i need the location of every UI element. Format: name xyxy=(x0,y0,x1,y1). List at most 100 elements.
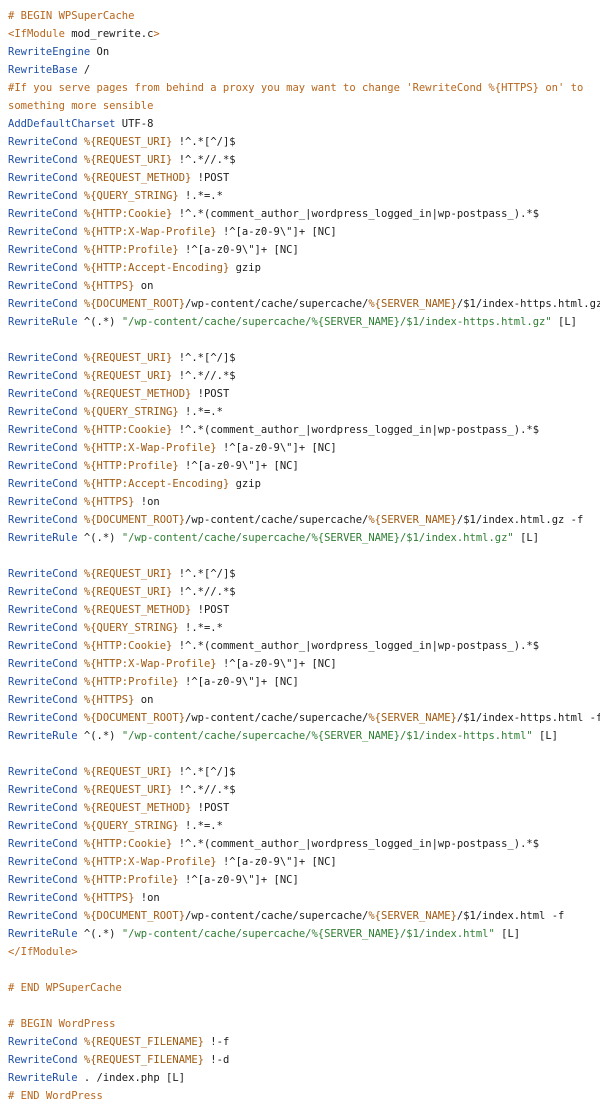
variable-token: %{REQUEST_URI} xyxy=(83,766,173,778)
directive-token: RewriteCond xyxy=(8,154,78,166)
plain-token: !^.*//.*$ xyxy=(172,586,236,598)
variable-token: %{DOCUMENT_ROOT} xyxy=(83,514,186,526)
string-token: "/wp-content/cache/supercache/%{SERVER_N… xyxy=(121,928,495,940)
directive-token: RewriteCond xyxy=(8,208,78,220)
variable-token: %{REQUEST_FILENAME} xyxy=(83,1054,204,1066)
variable-token: %{REQUEST_URI} xyxy=(83,586,173,598)
plain-token: mod_rewrite.c xyxy=(64,28,154,40)
code-line: RewriteCond %{DOCUMENT_ROOT}/wp-content/… xyxy=(8,511,600,529)
plain-token: [L] xyxy=(494,928,521,940)
code-line: # END WordPress xyxy=(8,1087,600,1105)
code-line: RewriteCond %{REQUEST_URI} !^.*[^/]$ xyxy=(8,133,600,151)
code-line: RewriteCond %{REQUEST_FILENAME} !-f xyxy=(8,1033,600,1051)
variable-token: %{REQUEST_METHOD} xyxy=(83,802,192,814)
plain-token: !POST xyxy=(191,604,230,616)
directive-token: AddDefaultCharset xyxy=(8,118,116,130)
variable-token: %{QUERY_STRING} xyxy=(83,820,179,832)
plain-token: !^.*(comment_author_|wordpress_logged_in… xyxy=(172,208,540,220)
directive-token: RewriteCond xyxy=(8,280,78,292)
plain-token: !^.*[^/]$ xyxy=(172,352,236,364)
directive-token: RewriteCond xyxy=(8,712,78,724)
plain-token: [L] xyxy=(551,316,577,328)
variable-token: %{SERVER_NAME} xyxy=(368,298,457,310)
directive-token: RewriteRule xyxy=(8,928,78,940)
code-line: RewriteRule ^(.*) "/wp-content/cache/sup… xyxy=(8,529,600,547)
code-line: RewriteCond %{REQUEST_URI} !^.*[^/]$ xyxy=(8,349,600,367)
directive-token: RewriteCond xyxy=(8,478,78,490)
plain-token: /wp-content/cache/supercache/ xyxy=(185,514,369,526)
variable-token: %{HTTP:X-Wap-Profile} xyxy=(83,856,217,868)
code-line: RewriteCond %{HTTP:Accept-Encoding} gzip xyxy=(8,259,600,277)
code-line: RewriteCond %{HTTPS} on xyxy=(8,277,600,295)
plain-token: /wp-content/cache/supercache/ xyxy=(185,712,369,724)
variable-token: %{HTTP:Profile} xyxy=(83,676,179,688)
directive-token: RewriteEngine xyxy=(8,46,91,58)
variable-token: %{HTTPS} xyxy=(83,496,135,508)
plain-token: ^(.*) xyxy=(77,532,122,544)
plain-token: !^.*//.*$ xyxy=(172,370,236,382)
plain-token: !-f xyxy=(203,1036,230,1048)
module-tag-token: </IfModule> xyxy=(8,946,78,958)
plain-token: !^.*//.*$ xyxy=(172,154,236,166)
variable-token: %{REQUEST_FILENAME} xyxy=(83,1036,204,1048)
plain-token: /$1/index-https.html.gz -f xyxy=(456,298,600,310)
code-line: RewriteCond %{HTTP:Cookie} !^.*(comment_… xyxy=(8,205,600,223)
directive-token: RewriteCond xyxy=(8,766,78,778)
variable-token: %{QUERY_STRING} xyxy=(83,622,179,634)
plain-token: !^.*(comment_author_|wordpress_logged_in… xyxy=(172,838,540,850)
plain-token: !-d xyxy=(203,1054,230,1066)
directive-token: RewriteCond xyxy=(8,568,78,580)
plain-token: !^.*[^/]$ xyxy=(172,568,236,580)
code-line: RewriteCond %{HTTP:Profile} !^[a-z0-9\"]… xyxy=(8,871,600,889)
variable-token: %{DOCUMENT_ROOT} xyxy=(83,712,186,724)
plain-token: !^[a-z0-9\"]+ [NC] xyxy=(178,874,299,886)
code-line: RewriteRule ^(.*) "/wp-content/cache/sup… xyxy=(8,727,600,745)
code-line: RewriteCond %{HTTP:Profile} !^[a-z0-9\"]… xyxy=(8,457,600,475)
code-line: <IfModule mod_rewrite.c> xyxy=(8,25,600,43)
plain-token: [L] xyxy=(513,532,540,544)
directive-token: RewriteCond xyxy=(8,496,78,508)
plain-token: On xyxy=(90,46,110,58)
comment-token: something more sensible xyxy=(8,100,154,112)
variable-token: %{REQUEST_URI} xyxy=(83,784,173,796)
string-token: "/wp-content/cache/supercache/%{SERVER_N… xyxy=(121,532,514,544)
variable-token: %{HTTP:X-Wap-Profile} xyxy=(83,658,217,670)
code-line: RewriteCond %{REQUEST_URI} !^.*[^/]$ xyxy=(8,565,600,583)
code-line: RewriteCond %{REQUEST_URI} !^.*//.*$ xyxy=(8,151,600,169)
code-line: RewriteCond %{QUERY_STRING} !.*=.* xyxy=(8,187,600,205)
code-line: RewriteCond %{DOCUMENT_ROOT}/wp-content/… xyxy=(8,295,600,313)
variable-token: %{HTTP:Cookie} xyxy=(83,424,173,436)
variable-token: %{HTTP:Cookie} xyxy=(83,208,173,220)
plain-token: !.*=.* xyxy=(178,820,223,832)
variable-token: %{DOCUMENT_ROOT} xyxy=(83,910,186,922)
variable-token: %{HTTP:Profile} xyxy=(83,874,179,886)
variable-token: %{DOCUMENT_ROOT} xyxy=(83,298,186,310)
variable-token: %{HTTP:Accept-Encoding} xyxy=(83,262,230,274)
string-token: "/wp-content/cache/supercache/%{SERVER_N… xyxy=(121,730,533,742)
string-token: "/wp-content/cache/supercache/%{SERVER_N… xyxy=(121,316,552,328)
variable-token: %{REQUEST_URI} xyxy=(83,370,173,382)
comment-token: # BEGIN WPSuperCache xyxy=(8,10,135,22)
directive-token: RewriteCond xyxy=(8,406,78,418)
code-line: #If you serve pages from behind a proxy … xyxy=(8,79,600,97)
code-line: RewriteCond %{REQUEST_METHOD} !POST xyxy=(8,601,600,619)
code-line: # BEGIN WPSuperCache xyxy=(8,7,600,25)
variable-token: %{QUERY_STRING} xyxy=(83,190,179,202)
variable-token: %{HTTP:Cookie} xyxy=(83,640,173,652)
plain-token: !^[a-z0-9\"]+ [NC] xyxy=(178,244,299,256)
code-line: </IfModule> xyxy=(8,943,600,961)
plain-token: . /index.php [L] xyxy=(77,1072,186,1084)
comment-token: # END WordPress xyxy=(8,1090,103,1102)
code-line: RewriteCond %{REQUEST_METHOD} !POST xyxy=(8,385,600,403)
directive-token: RewriteBase xyxy=(8,64,78,76)
plain-token: !^.*[^/]$ xyxy=(172,136,236,148)
plain-token: /wp-content/cache/supercache/ xyxy=(185,298,369,310)
directive-token: RewriteCond xyxy=(8,694,78,706)
directive-token: RewriteCond xyxy=(8,244,78,256)
plain-token: ^(.*) xyxy=(77,928,122,940)
plain-token: !^.*[^/]$ xyxy=(172,766,236,778)
directive-token: RewriteCond xyxy=(8,262,78,274)
plain-token: gzip xyxy=(229,262,261,274)
plain-token: !^.*//.*$ xyxy=(172,784,236,796)
